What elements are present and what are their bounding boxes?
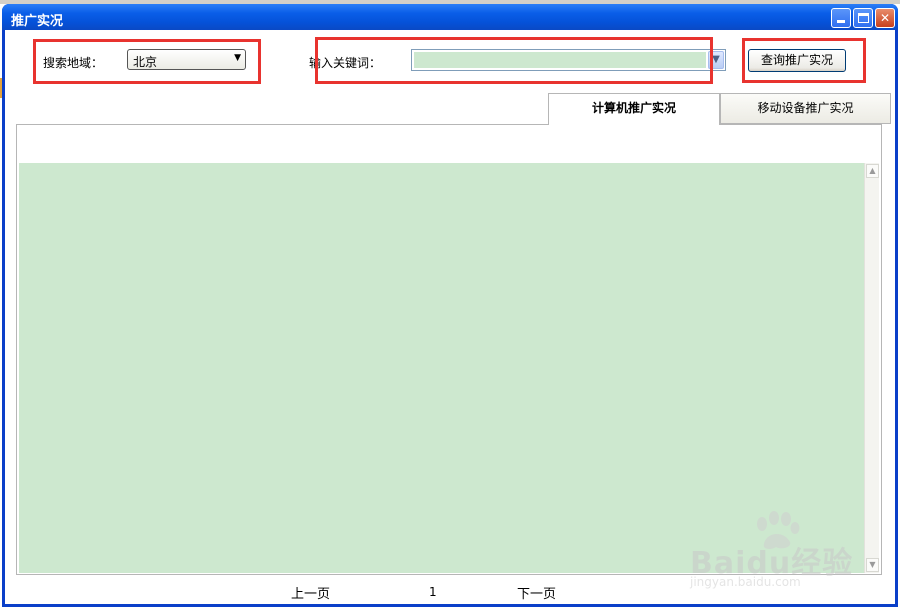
chevron-down-icon: ▼ <box>712 54 720 65</box>
next-page-link[interactable]: 下一页 <box>517 583 556 602</box>
tab-computer-promotion[interactable]: 计算机推广实况 <box>548 93 720 125</box>
minimize-button[interactable] <box>831 8 851 28</box>
window-title: 推广实况 <box>11 14 64 29</box>
close-icon: ✕ <box>879 11 891 25</box>
minimize-icon <box>837 20 845 23</box>
highlight-box-region <box>33 39 261 84</box>
results-panel: ▲ ▼ <box>16 124 882 575</box>
vertical-scrollbar[interactable]: ▲ ▼ <box>864 163 879 573</box>
scroll-down-icon[interactable]: ▼ <box>866 558 879 572</box>
scroll-up-icon[interactable]: ▲ <box>866 164 879 178</box>
tab-mobile-promotion[interactable]: 移动设备推广实况 <box>720 93 891 124</box>
highlight-box-keyword <box>315 37 713 84</box>
promotion-live-window: 推广实况 ✕ 搜索地域： 北京 ▼ 输入关键词： ▼ 查询推广实况 计算机推广实… <box>2 4 898 607</box>
prev-page-link[interactable]: 上一页 <box>291 583 330 602</box>
title-bar[interactable]: 推广实况 ✕ <box>2 4 898 30</box>
close-button[interactable]: ✕ <box>875 8 895 28</box>
current-page-number: 1 <box>429 585 437 599</box>
window-client-area: 搜索地域： 北京 ▼ 输入关键词： ▼ 查询推广实况 计算机推广实况 移动设备推… <box>5 30 895 604</box>
maximize-icon <box>858 13 869 23</box>
results-grid[interactable] <box>19 163 864 573</box>
highlight-box-query <box>742 38 866 83</box>
maximize-button[interactable] <box>853 8 873 28</box>
